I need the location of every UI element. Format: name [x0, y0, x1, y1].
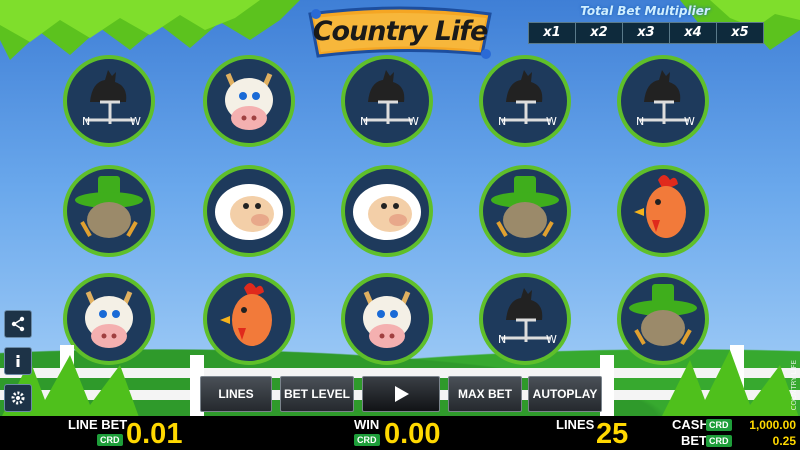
- lines-value: 25: [596, 418, 629, 450]
- rooster-weathervane-icon: NW: [63, 55, 155, 147]
- share-button[interactable]: [4, 310, 32, 338]
- svg-text:W: W: [408, 115, 419, 128]
- settings-button[interactable]: [4, 384, 32, 412]
- lines-button[interactable]: LINES: [200, 376, 272, 412]
- reel-symbol-scarecrow: [476, 162, 574, 260]
- reel-symbol-sheep: [338, 162, 436, 260]
- reel-symbol-cow: [200, 52, 298, 150]
- reel-symbol-rooster-weathervane: NW: [60, 52, 158, 150]
- cash-label: CASH: [672, 417, 709, 432]
- scarecrow-icon: [63, 165, 155, 257]
- reel-symbol-rooster-weathervane: NW: [476, 52, 574, 150]
- reel-symbol-scarecrow: [60, 162, 158, 260]
- line-bet-value: 0.01: [126, 418, 183, 450]
- svg-text:N: N: [360, 115, 368, 128]
- svg-text:W: W: [546, 115, 557, 128]
- total-bet-multiplier-panel: Total Bet Multiplier x1 x2 x3 x4 x5: [528, 4, 764, 44]
- play-icon: [395, 386, 409, 402]
- win-currency-badge: CRD: [354, 434, 380, 446]
- multiplier-title: Total Bet Multiplier: [580, 4, 710, 18]
- rooster-weathervane-icon: NW: [341, 55, 433, 147]
- autoplay-button[interactable]: AUTOPLAY: [528, 376, 602, 412]
- multiplier-x5-button[interactable]: x5: [717, 23, 763, 43]
- svg-text:N: N: [498, 115, 506, 128]
- cash-value: 1,000.00: [749, 418, 796, 432]
- sheep-icon: [341, 165, 433, 257]
- win-value: 0.00: [384, 418, 441, 450]
- cow-icon: [203, 55, 295, 147]
- multiplier-options: x1 x2 x3 x4 x5: [528, 22, 764, 44]
- reel-grid: NWNWNWNWNW: [60, 52, 740, 372]
- gear-icon: [11, 391, 25, 405]
- multiplier-x1-button[interactable]: x1: [529, 23, 576, 43]
- share-icon: [11, 316, 25, 332]
- reel-symbol-rooster-weathervane: NW: [338, 52, 436, 150]
- bet-level-button[interactable]: BET LEVEL: [280, 376, 354, 412]
- max-bet-button[interactable]: MAX BET: [448, 376, 522, 412]
- vertical-brand-text: COUNTRY LIFE: [790, 360, 798, 411]
- svg-text:W: W: [130, 115, 141, 128]
- cash-currency-badge: CRD: [706, 419, 732, 431]
- bet-currency-badge: CRD: [706, 435, 732, 447]
- multiplier-x2-button[interactable]: x2: [576, 23, 623, 43]
- svg-text:N: N: [82, 115, 90, 128]
- line-bet-label: LINE BET: [68, 417, 128, 432]
- logo-text: Country Life: [312, 16, 489, 47]
- reel-symbol-sheep: [200, 162, 298, 260]
- chicken-icon: [617, 165, 709, 257]
- spin-button[interactable]: [362, 376, 440, 412]
- bet-value: 0.25: [772, 434, 796, 448]
- svg-text:N: N: [636, 115, 644, 128]
- rooster-weathervane-icon: NW: [479, 55, 571, 147]
- info-icon: [16, 355, 20, 367]
- rooster-weathervane-icon: NW: [617, 55, 709, 147]
- bet-label: BET: [681, 433, 707, 448]
- reel-symbol-rooster-weathervane: NW: [614, 52, 712, 150]
- lines-status-label: LINES: [556, 417, 595, 432]
- status-bar: LINE BET CRD 0.01 WIN CRD 0.00 LINES 25 …: [0, 416, 800, 450]
- multiplier-x4-button[interactable]: x4: [670, 23, 717, 43]
- reel-symbol-chicken: [614, 162, 712, 260]
- sheep-icon: [203, 165, 295, 257]
- info-button[interactable]: [4, 347, 32, 375]
- scarecrow-icon: [479, 165, 571, 257]
- svg-text:W: W: [684, 115, 695, 128]
- win-label: WIN: [354, 417, 380, 432]
- line-bet-currency-badge: CRD: [97, 434, 123, 446]
- multiplier-x3-button[interactable]: x3: [623, 23, 670, 43]
